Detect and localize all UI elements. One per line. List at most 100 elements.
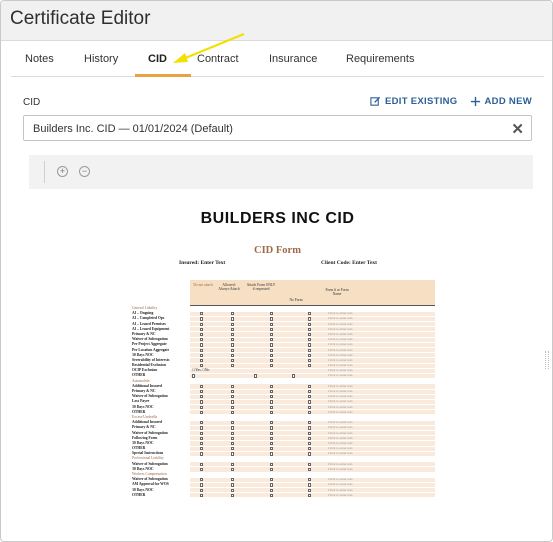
checkbox[interactable] [231,358,235,363]
checkbox[interactable] [200,478,204,482]
checkbox[interactable] [270,426,274,430]
checkbox[interactable] [270,436,274,440]
checkbox[interactable] [308,405,312,409]
checkbox[interactable] [308,332,312,337]
form-name-field[interactable]: Click to enter text. [328,316,353,320]
checkbox[interactable] [308,436,312,440]
form-name-field[interactable]: Click to enter text. [328,348,353,352]
checkbox[interactable] [270,353,274,357]
checkbox[interactable] [270,488,274,492]
checkbox[interactable] [200,493,204,498]
checkbox[interactable] [270,327,274,332]
checkbox[interactable] [270,441,274,446]
checkbox[interactable] [308,478,312,482]
checkbox[interactable] [270,493,274,498]
checkbox[interactable] [200,327,204,332]
checkbox[interactable] [308,384,312,389]
checkbox[interactable] [270,452,274,456]
checkbox[interactable] [270,390,274,394]
form-name-field[interactable]: Click to enter text. [328,368,353,372]
checkbox[interactable] [270,322,274,326]
tab-insurance[interactable]: Insurance [269,53,317,65]
checkbox[interactable] [254,374,258,378]
checkbox[interactable] [200,317,204,321]
checkbox[interactable] [200,384,204,389]
checkbox[interactable] [270,338,274,342]
checkbox[interactable] [308,462,312,466]
checkbox[interactable] [308,343,312,347]
form-name-field[interactable]: Click to enter text. [328,327,353,331]
checkbox[interactable] [292,374,296,378]
checkbox[interactable] [231,353,235,357]
checkbox[interactable] [200,441,204,446]
checkbox[interactable] [200,338,204,342]
checkbox[interactable] [231,405,235,409]
checkbox[interactable] [200,431,204,435]
checkbox[interactable] [231,447,235,451]
checkbox[interactable] [308,431,312,435]
checkbox[interactable] [308,467,312,472]
form-name-field[interactable]: Click to enter text. [328,342,353,346]
form-name-field[interactable]: Click to enter text. [328,410,353,414]
form-name-field[interactable]: Click to enter text. [328,482,353,486]
checkbox[interactable] [308,426,312,430]
form-name-field[interactable]: Click to enter text. [328,353,353,357]
checkbox[interactable] [200,343,204,347]
checkbox[interactable] [308,327,312,332]
checkbox[interactable] [231,441,235,446]
checkbox[interactable] [270,431,274,435]
checkbox[interactable] [231,395,235,399]
form-name-field[interactable]: Click to enter text. [328,477,353,481]
zoom-in-icon[interactable]: + [57,166,68,177]
checkbox[interactable] [308,317,312,321]
checkbox[interactable] [308,452,312,456]
checkbox[interactable] [231,421,235,425]
checkbox[interactable] [308,338,312,342]
checkbox[interactable] [308,447,312,451]
checkbox[interactable] [200,312,204,316]
checkbox[interactable] [308,358,312,363]
checkbox[interactable] [270,462,274,466]
checkbox[interactable] [231,436,235,440]
checkbox[interactable] [200,348,204,352]
checkbox[interactable] [200,364,204,368]
checkbox[interactable] [308,348,312,352]
checkbox[interactable] [308,353,312,357]
checkbox[interactable] [270,405,274,409]
checkbox[interactable] [231,467,235,472]
checkbox[interactable] [200,322,204,326]
checkbox[interactable] [308,421,312,425]
checkbox[interactable] [231,410,235,415]
checkbox[interactable] [231,400,235,404]
cid-select[interactable]: Builders Inc. CID — 01/01/2024 (Default)… [23,115,532,141]
checkbox[interactable] [231,390,235,394]
checkbox[interactable] [308,483,312,487]
checkbox[interactable] [200,462,204,466]
checkbox[interactable] [192,374,196,378]
checkbox[interactable] [308,390,312,394]
checkbox[interactable] [308,312,312,316]
checkbox[interactable] [270,343,274,347]
checkbox[interactable] [308,488,312,492]
checkbox[interactable] [200,447,204,451]
checkbox[interactable] [308,364,312,368]
checkbox[interactable] [231,317,235,321]
form-name-field[interactable]: Click to enter text. [328,441,353,445]
form-name-field[interactable]: Click to enter text. [328,446,353,450]
checkbox[interactable] [270,348,274,352]
checkbox[interactable] [270,332,274,337]
checkbox[interactable] [231,478,235,482]
checkbox[interactable] [270,467,274,472]
checkbox[interactable] [270,317,274,321]
tab-notes[interactable]: Notes [25,53,54,65]
checkbox[interactable] [270,384,274,389]
add-new-button[interactable]: ADD NEW [470,96,533,107]
form-name-field[interactable]: Click to enter text. [328,363,353,367]
checkbox[interactable] [200,332,204,337]
checkbox[interactable] [231,332,235,337]
checkbox[interactable] [270,364,274,368]
form-name-field[interactable]: Click to enter text. [328,462,353,466]
checkbox[interactable] [231,462,235,466]
form-name-field[interactable]: Click to enter text. [328,451,353,455]
checkbox[interactable] [270,483,274,487]
